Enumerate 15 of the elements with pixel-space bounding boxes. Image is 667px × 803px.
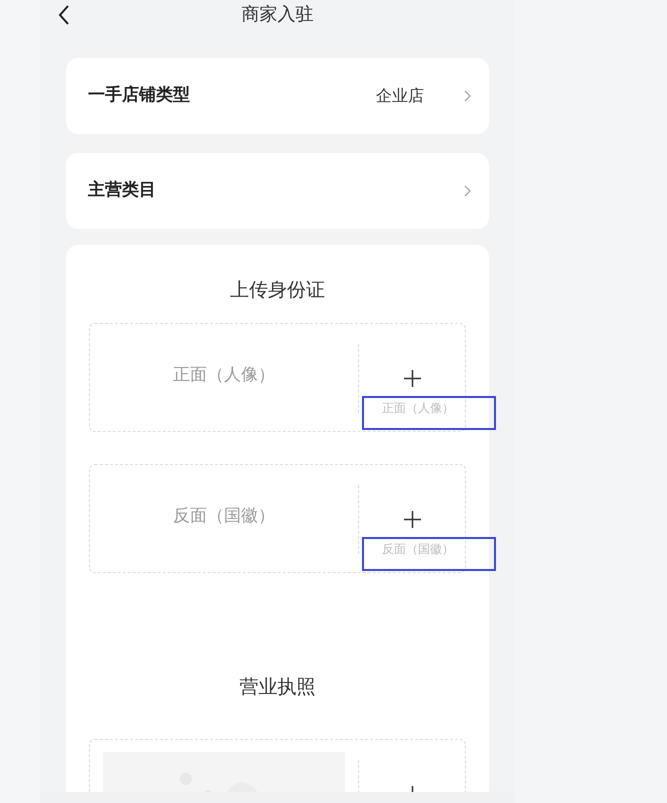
field-label: 主营类目 <box>88 179 156 202</box>
form-row[interactable]: 主营类目 <box>66 153 489 229</box>
back-icon[interactable] <box>58 5 70 25</box>
form-row[interactable]: 一手店铺类型 企业店 <box>66 58 489 134</box>
chevron-right-icon <box>464 90 471 102</box>
upload-label: 反面（国徽） <box>173 504 275 528</box>
chevron-right-icon <box>464 185 471 197</box>
upload-label: 正面（人像） <box>173 364 275 387</box>
field-label: 一手店铺类型 <box>88 84 190 108</box>
page-title: 商家入驻 <box>242 2 314 26</box>
section-title: 上传身份证 <box>230 278 325 303</box>
upload-hint: 正面（人像） <box>382 400 454 416</box>
section-title: 营业执照 <box>240 674 316 700</box>
upload-hint: 反面（国徽） <box>382 540 454 558</box>
field-value: 企业店 <box>376 85 424 107</box>
